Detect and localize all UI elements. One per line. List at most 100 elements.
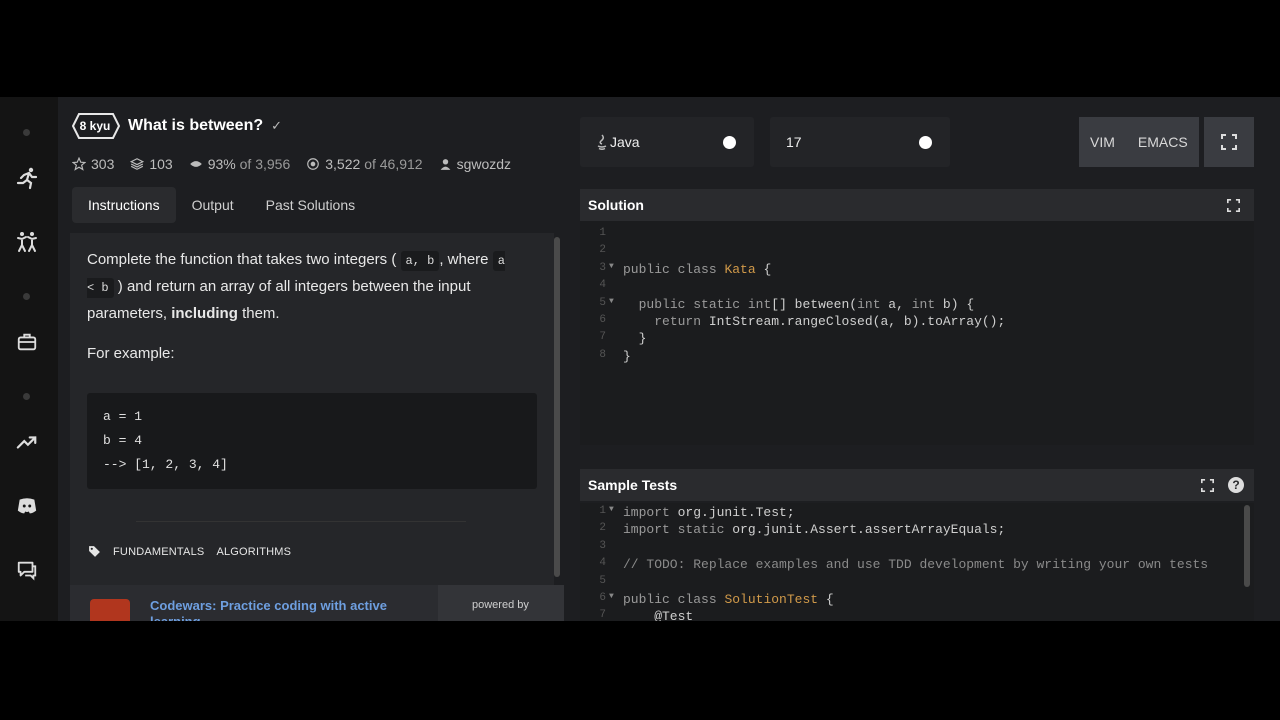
line-number: 6	[599, 314, 606, 326]
completed-stat: 3,522 of 46,912	[306, 156, 423, 172]
version-select[interactable]: 17	[770, 117, 950, 167]
desc-text: Complete the function that takes two int…	[87, 251, 397, 268]
version-value: 17	[786, 134, 802, 150]
tab-instructions[interactable]: Instructions	[72, 187, 176, 223]
code-line[interactable]: 7 }	[580, 331, 1254, 348]
desc-text: , where	[439, 251, 489, 268]
fold-arrow-icon[interactable]: ▼	[609, 297, 614, 306]
desc-bold: including	[171, 305, 238, 322]
line-number: 5	[599, 574, 606, 587]
kata-stats: 303 103 93% of 3,956 3,522 of 46,912 sgw…	[72, 156, 527, 172]
code-line[interactable]: 4	[580, 279, 1254, 296]
tag-algorithms[interactable]: ALGORITHMS	[216, 546, 291, 558]
author-stat[interactable]: sgwozdz	[439, 156, 511, 172]
code-line[interactable]: 3	[580, 540, 1254, 557]
code-line[interactable]: 1 ▼ import org.junit.Test;	[580, 505, 1254, 522]
martial-arts-icon[interactable]	[14, 229, 40, 255]
code-line[interactable]: 6 return IntStream.rangeClosed(a, b).toA…	[580, 314, 1254, 331]
tab-past-solutions[interactable]: Past Solutions	[250, 187, 372, 223]
tag-row: FUNDAMENTALS ALGORITHMS	[88, 545, 303, 558]
completed-of: of 46,912	[364, 156, 423, 172]
sidebar-dot	[23, 393, 30, 400]
tests-header: Sample Tests ?	[580, 469, 1254, 501]
line-number: 7	[599, 331, 606, 344]
line-number: 6	[599, 592, 606, 604]
trending-up-icon[interactable]	[14, 429, 40, 455]
code-text: import static org.junit.Assert.assertArr…	[623, 522, 1006, 538]
line-number: 1	[599, 227, 606, 239]
code-text: public static int[] between(int a, int b…	[638, 296, 975, 312]
codewars-logo	[90, 599, 130, 621]
code-line[interactable]: 8}	[580, 349, 1254, 366]
instructions-scrollbar[interactable]	[554, 237, 560, 577]
tag-fundamentals[interactable]: FUNDAMENTALS	[113, 546, 204, 558]
code-text: return IntStream.rangeClosed(a, b).toArr…	[654, 314, 1006, 329]
chevron-down-icon	[919, 136, 932, 149]
kata-title: What is between?	[128, 117, 264, 134]
code-line[interactable]: 4 // TODO: Replace examples and use TDD d…	[580, 557, 1254, 574]
line-number: 4	[599, 557, 606, 570]
fullscreen-button[interactable]	[1204, 117, 1254, 167]
promo-link[interactable]: Codewars: Practice coding with active le…	[150, 598, 410, 621]
help-icon[interactable]: ?	[1228, 477, 1244, 493]
running-man-icon[interactable]	[14, 165, 40, 191]
language-value: Java	[610, 134, 640, 150]
expand-icon	[1221, 134, 1237, 150]
line-number: 7	[599, 609, 606, 621]
desc-text: them.	[242, 305, 280, 322]
code-line[interactable]: 1	[580, 227, 1254, 244]
divider	[136, 521, 466, 522]
code-text: public class Kata {	[623, 261, 772, 277]
sidebar	[0, 97, 58, 621]
kata-tabs: Instructions Output Past Solutions	[72, 187, 371, 223]
discord-icon[interactable]	[14, 493, 40, 519]
inline-code: a, b	[400, 251, 440, 271]
vim-button[interactable]: VIM	[1090, 134, 1115, 150]
fold-arrow-icon[interactable]: ▼	[609, 592, 614, 601]
tests-editor[interactable]: 1 ▼ import org.junit.Test; 2 import static o…	[580, 503, 1254, 621]
line-number: 2	[599, 522, 606, 535]
author-name: sgwozdz	[456, 156, 512, 172]
tests-scrollbar[interactable]	[1244, 505, 1250, 587]
emacs-button[interactable]: EMACS	[1138, 134, 1188, 150]
expand-icon[interactable]	[1201, 479, 1214, 492]
code-line[interactable]: 6 ▼ public class SolutionTest {	[580, 592, 1254, 609]
fold-arrow-icon[interactable]: ▼	[609, 262, 614, 271]
powered-by-box[interactable]: powered by	[438, 585, 564, 621]
tag-icon	[89, 546, 100, 557]
code-line[interactable]: 3 ▼ public class Kata {	[580, 262, 1254, 279]
fold-arrow-icon[interactable]: ▼	[609, 505, 614, 514]
code-line[interactable]: 2 import static org.junit.Assert.assertAr…	[580, 522, 1254, 539]
rank-label: 8 kyu	[79, 119, 111, 133]
target-icon	[307, 158, 320, 170]
code-line[interactable]: 2	[580, 244, 1254, 261]
briefcase-icon[interactable]	[14, 329, 40, 355]
chat-icon[interactable]	[14, 557, 40, 583]
sidebar-dot	[23, 293, 30, 300]
code-text: }	[623, 348, 631, 364]
rank-badge: 8 kyu	[72, 113, 120, 139]
instructions-panel: Complete the function that takes two int…	[70, 233, 554, 585]
user-icon	[440, 158, 450, 170]
expand-icon[interactable]	[1227, 199, 1240, 212]
editor-area: Java 17 VIM EMACS Solution 1 2 3 ▼ public cl…	[570, 97, 1280, 621]
solution-editor[interactable]: 1 2 3 ▼ public class Kata {4 5 ▼ public static…	[580, 221, 1254, 445]
tab-output[interactable]: Output	[176, 187, 250, 223]
code-line[interactable]: 5 ▼ public static int[] between(int a, in…	[580, 297, 1254, 314]
language-select[interactable]: Java	[580, 117, 754, 167]
code-text: // TODO: Replace examples and use TDD de…	[623, 557, 1209, 573]
code-line[interactable]: 7 @Test	[580, 609, 1254, 621]
tests-title: Sample Tests	[588, 477, 678, 493]
code-text: }	[623, 331, 647, 347]
code-text: @Test	[623, 609, 694, 621]
code-text: public class SolutionTest {	[623, 592, 834, 607]
example-heading: For example:	[87, 345, 175, 362]
code-line[interactable]: 5	[580, 575, 1254, 592]
check-icon: ✓	[271, 118, 283, 133]
satisfaction-of: of 3,956	[239, 156, 291, 172]
kata-panel: 8 kyu What is between? ✓ 303 103 93% of …	[58, 97, 570, 621]
stars-stat[interactable]: 303	[72, 156, 114, 172]
stars-count: 303	[91, 156, 115, 172]
eye-icon	[189, 161, 202, 167]
collections-stat[interactable]: 103	[130, 156, 173, 172]
